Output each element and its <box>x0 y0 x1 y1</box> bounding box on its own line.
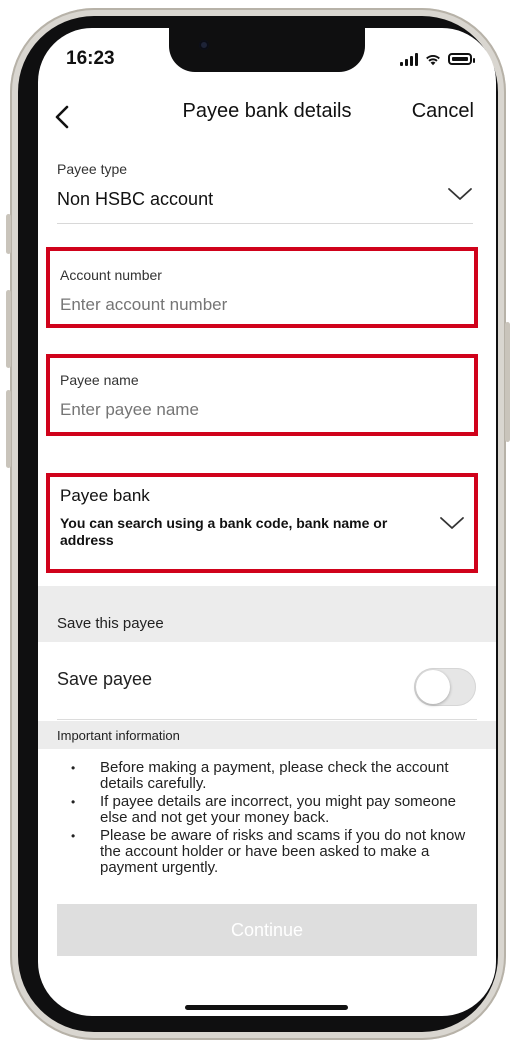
payee-name-input[interactable] <box>60 400 440 420</box>
list-item: • Before making a payment, please check t… <box>71 760 449 792</box>
battery-icon <box>448 53 475 65</box>
divider <box>57 223 473 224</box>
mute-switch <box>6 214 11 254</box>
list-item: • Please be aware of risks and scams if y… <box>71 827 466 876</box>
chevron-down-icon[interactable] <box>438 513 466 533</box>
account-number-label: Account number <box>60 267 162 283</box>
cellular-signal-icon <box>400 52 418 66</box>
account-number-field: Account number <box>46 247 478 328</box>
toggle-knob <box>416 670 450 704</box>
list-item-text: Please be aware of risks and scams if yo… <box>100 827 466 876</box>
account-number-input[interactable] <box>60 295 440 315</box>
save-section-title: Save this payee <box>57 615 164 632</box>
wifi-icon <box>426 54 440 66</box>
payee-name-field: Payee name <box>46 354 478 436</box>
cancel-button[interactable]: Cancel <box>412 100 474 123</box>
payee-type-label: Payee type <box>57 161 128 177</box>
chevron-down-icon[interactable] <box>446 184 474 204</box>
save-payee-label: Save payee <box>57 669 153 689</box>
save-payee-toggle[interactable] <box>414 668 476 706</box>
list-item-text: Before making a payment, please check th… <box>100 760 449 792</box>
front-camera <box>199 40 209 50</box>
important-info-title: Important information <box>57 728 180 743</box>
phone-screen: 16:23 Payee bank details Cancel Payee ty… <box>38 28 496 1016</box>
home-indicator[interactable] <box>185 1005 348 1010</box>
save-section-header <box>38 586 496 642</box>
payee-bank-field[interactable]: Payee bank You can search using a bank c… <box>46 473 478 573</box>
important-info-list[interactable]: • Before making a payment, please check t… <box>57 760 477 880</box>
continue-button[interactable]: Continue <box>57 904 477 956</box>
volume-up-button <box>6 290 11 368</box>
notch <box>169 28 365 72</box>
payee-bank-label: Payee bank <box>60 486 150 505</box>
nav-bar: Payee bank details Cancel <box>38 98 496 144</box>
power-button <box>505 322 510 442</box>
payee-bank-hint: You can search using a bank code, bank n… <box>60 515 388 548</box>
status-time: 16:23 <box>66 48 115 69</box>
payee-type-select[interactable]: Non HSBC account <box>57 189 213 210</box>
volume-down-button <box>6 390 11 468</box>
status-icons <box>398 50 475 68</box>
list-item-text: If payee details are incorrect, you migh… <box>100 793 457 826</box>
list-item: • If payee details are incorrect, you mig… <box>71 793 457 826</box>
payee-name-label: Payee name <box>60 372 139 388</box>
divider <box>57 719 477 720</box>
